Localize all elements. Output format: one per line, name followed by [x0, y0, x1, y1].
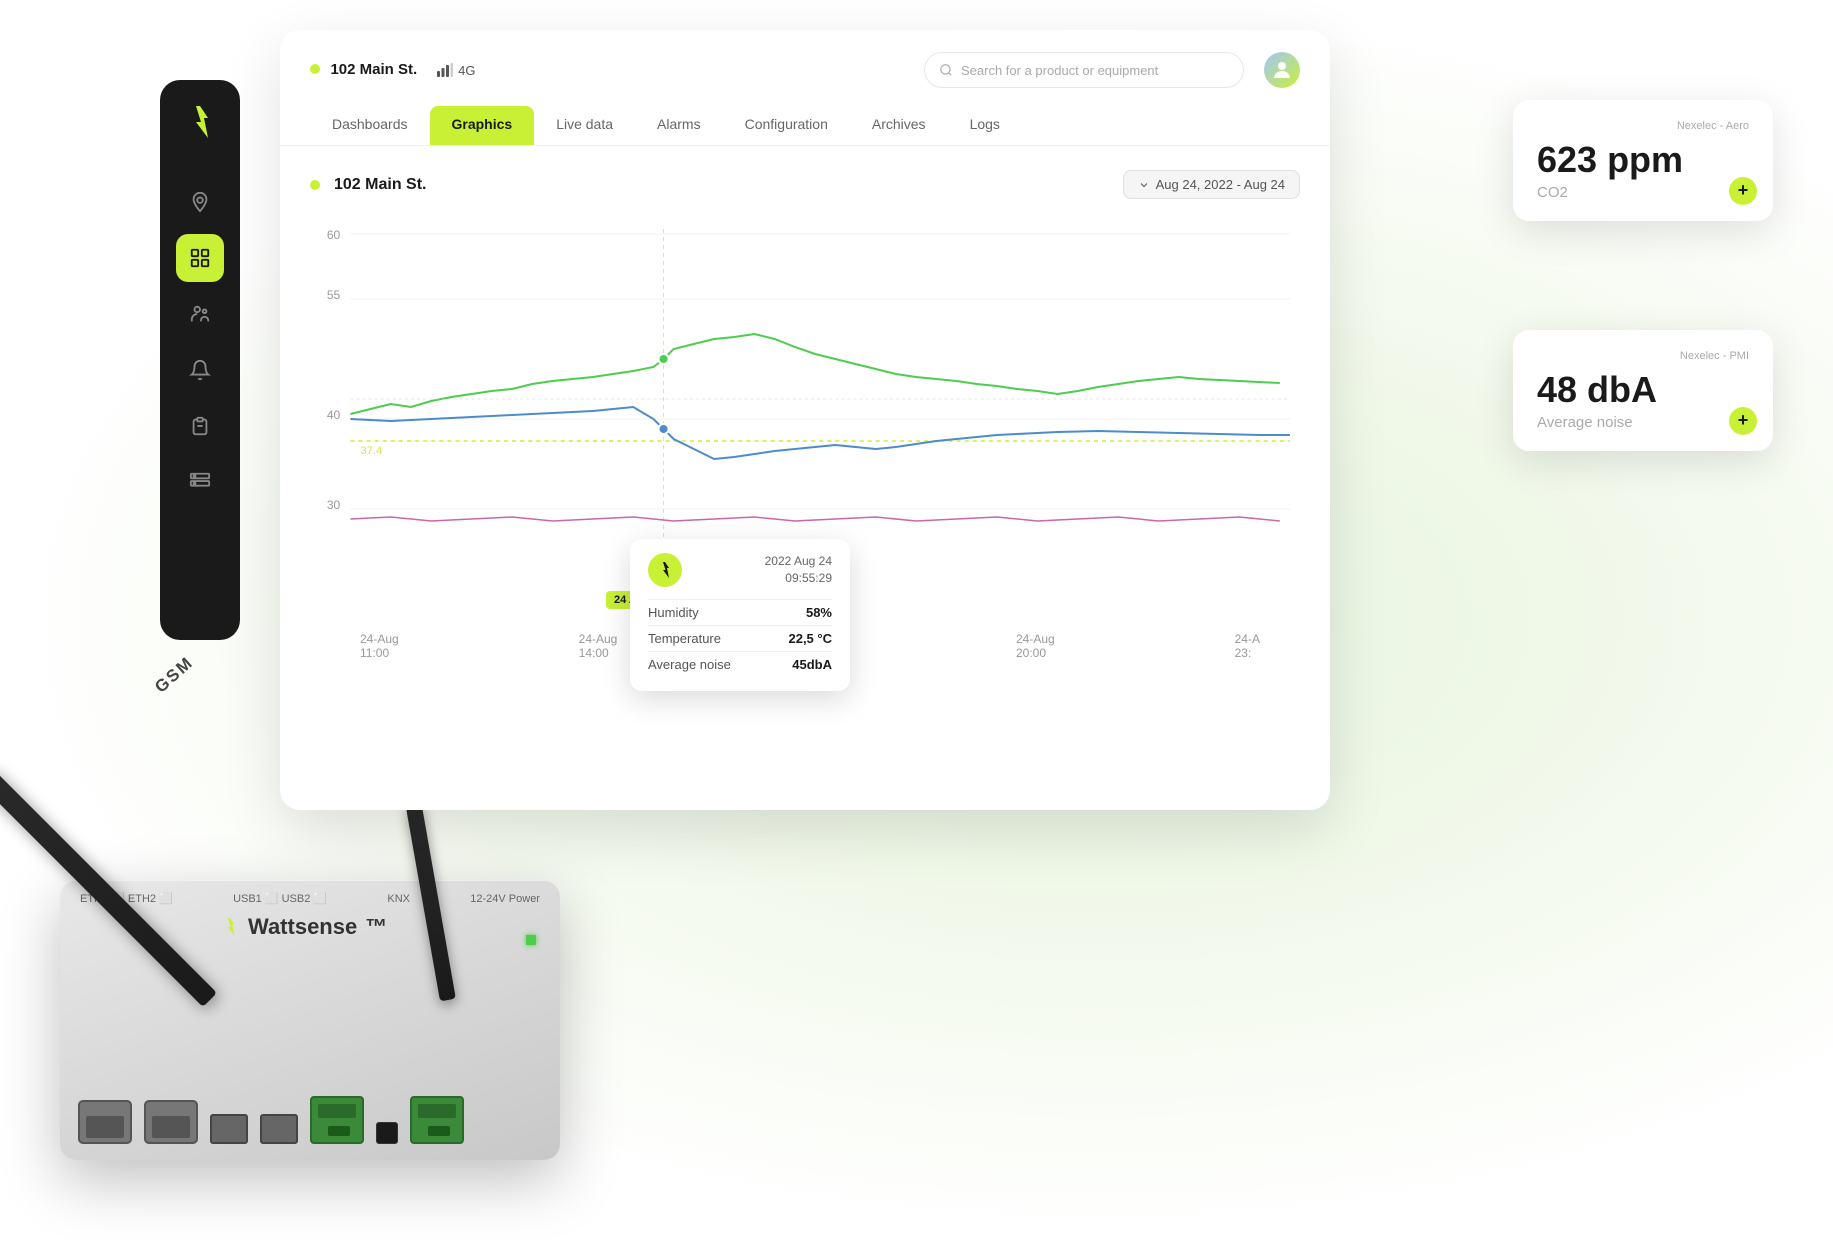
- tab-configuration[interactable]: Configuration: [723, 106, 850, 145]
- sidebar-item-users[interactable]: [176, 290, 224, 338]
- signal-badge: 4G: [437, 63, 475, 78]
- search-bar[interactable]: Search for a product or equipment: [924, 52, 1244, 88]
- svg-text:40: 40: [327, 408, 341, 422]
- terminal-2: [410, 1096, 464, 1144]
- noise-source: Nexelec - PMI: [1537, 350, 1749, 362]
- tooltip-temp-value: 22,5 °C: [788, 631, 832, 646]
- noise-value: 48 dbA: [1537, 370, 1749, 410]
- port-usb-1: [210, 1114, 248, 1144]
- logo: [178, 100, 222, 144]
- co2-label: CO2: [1537, 184, 1749, 201]
- sidebar-item-server[interactable]: [176, 458, 224, 506]
- chart-container: 60 55 40 30 37.4: [310, 219, 1300, 619]
- svg-text:30: 30: [327, 498, 341, 512]
- sidebar-item-grid[interactable]: [176, 234, 224, 282]
- x-label-1: 24-Aug11:00: [360, 632, 399, 660]
- port-rj45-1: [78, 1100, 132, 1144]
- noise-add-button[interactable]: +: [1729, 407, 1757, 435]
- sidebar-item-clipboard[interactable]: [176, 402, 224, 450]
- tooltip-datetime: 2022 Aug 24 09:55:29: [765, 553, 832, 587]
- tab-archives[interactable]: Archives: [850, 106, 948, 145]
- tooltip-noise-value: 45dbA: [792, 657, 832, 672]
- device-brand: Wattsense™: [220, 914, 387, 940]
- co2-source: Nexelec - Aero: [1537, 120, 1749, 132]
- chart-tooltip: 2022 Aug 24 09:55:29 Humidity 58% Temper…: [630, 539, 850, 691]
- x-label-2: 24-Aug14:00: [579, 632, 618, 660]
- status-light: [526, 935, 536, 945]
- location-dot: [310, 64, 320, 74]
- tooltip-row-noise: Average noise 45dbA: [648, 651, 832, 677]
- port-usb-2: [260, 1114, 298, 1144]
- tab-graphics[interactable]: Graphics: [430, 106, 535, 145]
- svg-text:60: 60: [327, 228, 341, 242]
- metric-card-noise: Nexelec - PMI 48 dbA Average noise +: [1513, 330, 1773, 451]
- chart-title-row: 102 Main St. Aug 24, 2022 - Aug 24: [310, 170, 1300, 199]
- tab-logs[interactable]: Logs: [948, 106, 1022, 145]
- sidebar-item-bell[interactable]: [176, 346, 224, 394]
- sidebar: [160, 80, 240, 640]
- gsm-label: GSM: [151, 653, 198, 698]
- chart-title-dot: [310, 180, 320, 190]
- nav-tabs: Dashboards Graphics Live data Alarms Con…: [310, 106, 1300, 145]
- chart-area: 102 Main St. Aug 24, 2022 - Aug 24 60 55…: [280, 146, 1330, 643]
- tooltip-humidity-value: 58%: [806, 605, 832, 620]
- sidebar-item-location[interactable]: [176, 178, 224, 226]
- device-top-labels: ETH1 ⬜ ETH2 ⬜ USB1 ⬜ USB2 ⬜ KNX 12-24V P…: [80, 892, 540, 905]
- tab-dashboards[interactable]: Dashboards: [310, 106, 430, 145]
- date-range-button[interactable]: Aug 24, 2022 - Aug 24: [1123, 170, 1300, 199]
- panel-header: 102 Main St. 4G Search for a product or …: [280, 30, 1330, 146]
- tooltip-row-humidity: Humidity 58%: [648, 599, 832, 625]
- button-1[interactable]: [376, 1122, 398, 1144]
- tab-alarms[interactable]: Alarms: [635, 106, 723, 145]
- location-bar: 102 Main St. 4G Search for a product or …: [310, 52, 1300, 88]
- x-label-5: 24-A23:: [1235, 632, 1260, 660]
- location-indicator: 102 Main St.: [310, 61, 417, 79]
- port-rj45-2: [144, 1100, 198, 1144]
- co2-value: 623 ppm: [1537, 140, 1749, 180]
- location-name: 102 Main St.: [330, 61, 417, 78]
- noise-label: Average noise: [1537, 414, 1749, 431]
- port-area: [78, 1096, 542, 1144]
- device-brand-text: Wattsense: [248, 914, 357, 940]
- tooltip-date: 2022 Aug 24: [765, 553, 832, 570]
- x-label-4: 24-Aug20:00: [1016, 632, 1055, 660]
- svg-text:55: 55: [327, 288, 341, 302]
- tooltip-header: 2022 Aug 24 09:55:29: [648, 553, 832, 587]
- tooltip-temp-label: Temperature: [648, 631, 721, 646]
- user-avatar[interactable]: [1264, 52, 1300, 88]
- dashboard-panel: 102 Main St. 4G Search for a product or …: [280, 30, 1330, 810]
- tab-live-data[interactable]: Live data: [534, 106, 635, 145]
- svg-text:37.4: 37.4: [361, 445, 383, 457]
- tooltip-time: 09:55:29: [765, 570, 832, 587]
- signal-text: 4G: [458, 63, 475, 78]
- tooltip-icon: [648, 553, 682, 587]
- chart-title-text: 102 Main St.: [334, 176, 426, 194]
- terminal-1: [310, 1096, 364, 1144]
- metric-card-co2: Nexelec - Aero 623 ppm CO2 +: [1513, 100, 1773, 221]
- search-placeholder: Search for a product or equipment: [961, 63, 1158, 78]
- date-range-label: Aug 24, 2022 - Aug 24: [1156, 177, 1285, 192]
- tooltip-row-temperature: Temperature 22,5 °C: [648, 625, 832, 651]
- co2-add-button[interactable]: +: [1729, 177, 1757, 205]
- tooltip-noise-label: Average noise: [648, 657, 731, 672]
- tooltip-humidity-label: Humidity: [648, 605, 699, 620]
